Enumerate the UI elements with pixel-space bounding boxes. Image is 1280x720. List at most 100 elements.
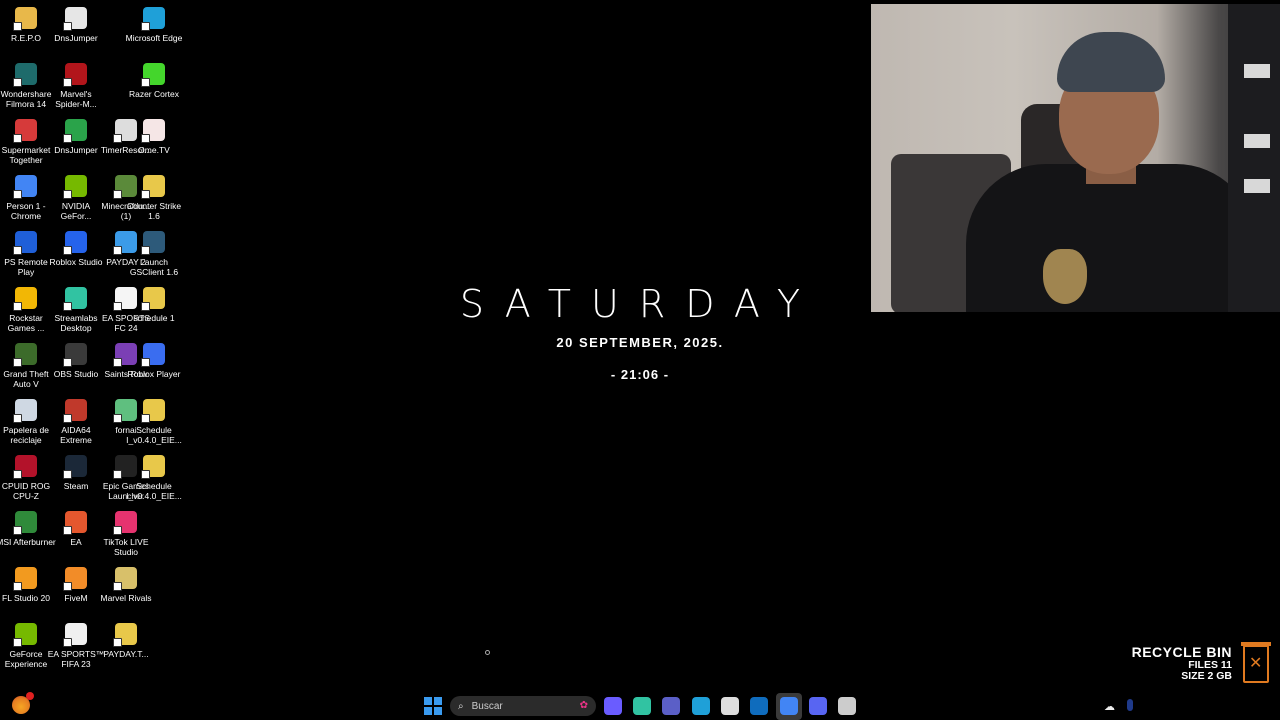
razer-icon	[141, 63, 165, 87]
edge-taskbar-icon[interactable]	[692, 697, 710, 715]
teams-icon[interactable]	[662, 697, 680, 715]
webcam-person-body	[966, 164, 1256, 312]
desktop-shortcut-label: Razer Cortex	[128, 89, 180, 99]
clock-day: SATURDAY	[459, 282, 821, 326]
folder-icon	[141, 399, 165, 423]
recycle-bin-widget[interactable]: RECYCLE BIN FILES 11 SIZE 2 GB	[1132, 644, 1232, 682]
search-highlight-icon: ✿	[579, 700, 588, 711]
call-of-duty-icon[interactable]	[721, 697, 739, 715]
desktop-shortcut-label: Launch GSClient 1.6	[129, 257, 179, 277]
folder-icon	[13, 7, 37, 31]
desktop-shortcut[interactable]: AIDA64 Extreme	[50, 396, 102, 452]
desktop-shortcut[interactable]: EA SPORTS™ FIFA 23	[48, 620, 104, 676]
webcam-overlay	[871, 4, 1280, 312]
desktop-shortcut[interactable]: schedule 1	[128, 284, 180, 340]
desktop-shortcut[interactable]: Roblox Player	[128, 340, 180, 396]
desktop-shortcut[interactable]: Papelera de reciclaje	[0, 396, 52, 452]
discord-icon[interactable]	[809, 697, 827, 715]
chrome-taskbar-icon[interactable]	[780, 697, 798, 715]
desktop-shortcut[interactable]: Roblox Studio	[50, 228, 102, 284]
obs-taskbar-icon[interactable]	[838, 697, 856, 715]
rockstar-icon	[13, 287, 37, 311]
folder-icon	[141, 287, 165, 311]
desktop-shortcut[interactable]: OBS Studio	[50, 340, 102, 396]
tiktok-icon	[113, 511, 137, 535]
onedrive-icon[interactable]: ☁	[1104, 700, 1115, 713]
desktop-shortcut[interactable]: Launch GSClient 1.6	[128, 228, 180, 284]
gta-icon	[13, 343, 37, 367]
folder-icon	[141, 175, 165, 199]
geforce-icon	[13, 623, 37, 647]
desktop-shortcut[interactable]: PS Remote Play	[0, 228, 52, 284]
start-button[interactable]	[424, 697, 442, 715]
desktop-column-1: R.E.P.O Wondershare Filmora 14 Supermarket…	[0, 4, 56, 676]
desktop-shortcut[interactable]: Marvel's Spider-M...	[50, 60, 102, 116]
cs-icon	[141, 231, 165, 255]
folder-icon	[141, 455, 165, 479]
notification-app-icon[interactable]	[12, 692, 34, 714]
webcam-shelf	[1228, 4, 1280, 312]
desktop-shortcut[interactable]: Supermarket Together	[0, 116, 52, 172]
desktop-shortcut[interactable]: Grand Theft Auto V	[0, 340, 52, 396]
streamlabs-taskbar-icon[interactable]	[633, 697, 651, 715]
desktop-shortcut[interactable]: Counter Strike 1.6	[127, 172, 181, 228]
desktop-shortcut[interactable]: Wondershare Filmora 14	[0, 60, 52, 116]
desktop-shortcut[interactable]: Schedule I_v0.4.0_EIE...	[126, 452, 182, 508]
desktop-shortcut[interactable]: DnsJumper	[50, 4, 102, 60]
streamlabs-icon	[63, 287, 87, 311]
desktop-shortcut[interactable]: Person 1 - Chrome	[0, 172, 52, 228]
file-icon	[63, 7, 87, 31]
notification-badge	[26, 692, 34, 700]
desktop-shortcut[interactable]: GeForce Experience	[0, 620, 52, 676]
cpuz-icon	[13, 455, 37, 479]
search-icon: ⌕	[458, 700, 464, 712]
desktop-shortcut-label: Schedule I_v0.4.0_EIE...	[126, 481, 182, 501]
taskbar-search[interactable]: ⌕ Buscar ✿	[450, 696, 596, 716]
recycle-bin-title: RECYCLE BIN	[1131, 644, 1232, 660]
desktop-shortcut[interactable]: TikTok LIVE Studio	[100, 508, 152, 564]
steam-icon	[63, 455, 87, 479]
desktop-shortcut-label: Ome.TV	[138, 145, 170, 155]
desktop-shortcut[interactable]: EA	[50, 508, 102, 564]
microphone-icon[interactable]	[1127, 699, 1133, 711]
dnsjumper-icon	[63, 119, 87, 143]
mouse-cursor	[485, 650, 490, 655]
desktop-shortcut[interactable]: Razer Cortex	[128, 60, 180, 116]
obs-icon	[63, 343, 87, 367]
desktop-shortcut[interactable]: FiveM	[50, 564, 102, 620]
ometv-icon	[141, 119, 165, 143]
clock-time: - 21:06 -	[610, 367, 670, 382]
ea-icon	[63, 511, 87, 535]
filmora-icon	[13, 63, 37, 87]
desktop-shortcut[interactable]: R.E.P.O	[0, 4, 52, 60]
desktop-shortcut[interactable]: Ome.TV	[128, 116, 180, 172]
desktop-shortcut[interactable]: Marvel Rivals	[100, 564, 152, 620]
desktop-shortcut[interactable]: Rockstar Games ...	[0, 284, 52, 340]
desktop-shortcut-label: Schedule I_v0.4.0_EIE...	[126, 425, 182, 445]
desktop-shortcut[interactable]: DnsJumper	[50, 116, 102, 172]
recycle-bin-icon[interactable]	[1241, 642, 1271, 683]
roblox-icon	[141, 343, 165, 367]
desktop-shortcut[interactable]: Microsoft Edge	[126, 4, 182, 60]
ps-remote-icon	[13, 231, 37, 255]
desktop-shortcut[interactable]: Schedule I_v0.4.0_EIE...	[126, 396, 182, 452]
desktop-shortcut-label: Microsoft Edge	[125, 33, 183, 43]
desktop-shortcut[interactable]: MSI Afterburner	[0, 508, 56, 564]
desktop-shortcut[interactable]: FL Studio 20	[0, 564, 52, 620]
desktop-shortcut[interactable]: PAYDAY.T...	[100, 620, 152, 676]
desktop-shortcut[interactable]: Streamlabs Desktop	[50, 284, 102, 340]
desktop-shortcut-label: Marvel Rivals	[100, 593, 152, 603]
desktop-shortcut[interactable]: CPUID ROG CPU-Z	[0, 452, 52, 508]
recycle-bin-size: SIZE 2 GB	[1181, 670, 1232, 682]
desktop-column-4: Microsoft Edge Razer Cortex Ome.TV Counter …	[126, 4, 182, 508]
webcam-shirt-crest	[1043, 249, 1087, 304]
desktop-shortcut-label: Marvel's Spider-M...	[55, 89, 97, 109]
nvidia-icon	[63, 175, 87, 199]
fifa-icon	[63, 623, 87, 647]
desktop-shortcut-label: Counter Strike 1.6	[126, 201, 182, 221]
desktop-shortcut[interactable]: NVIDIA GeFor...	[50, 172, 102, 228]
copilot-icon[interactable]	[604, 697, 622, 715]
desktop-shortcut-label: DnsJumper	[54, 33, 98, 43]
outlook-icon[interactable]	[750, 697, 768, 715]
desktop-shortcut[interactable]: Steam	[50, 452, 102, 508]
